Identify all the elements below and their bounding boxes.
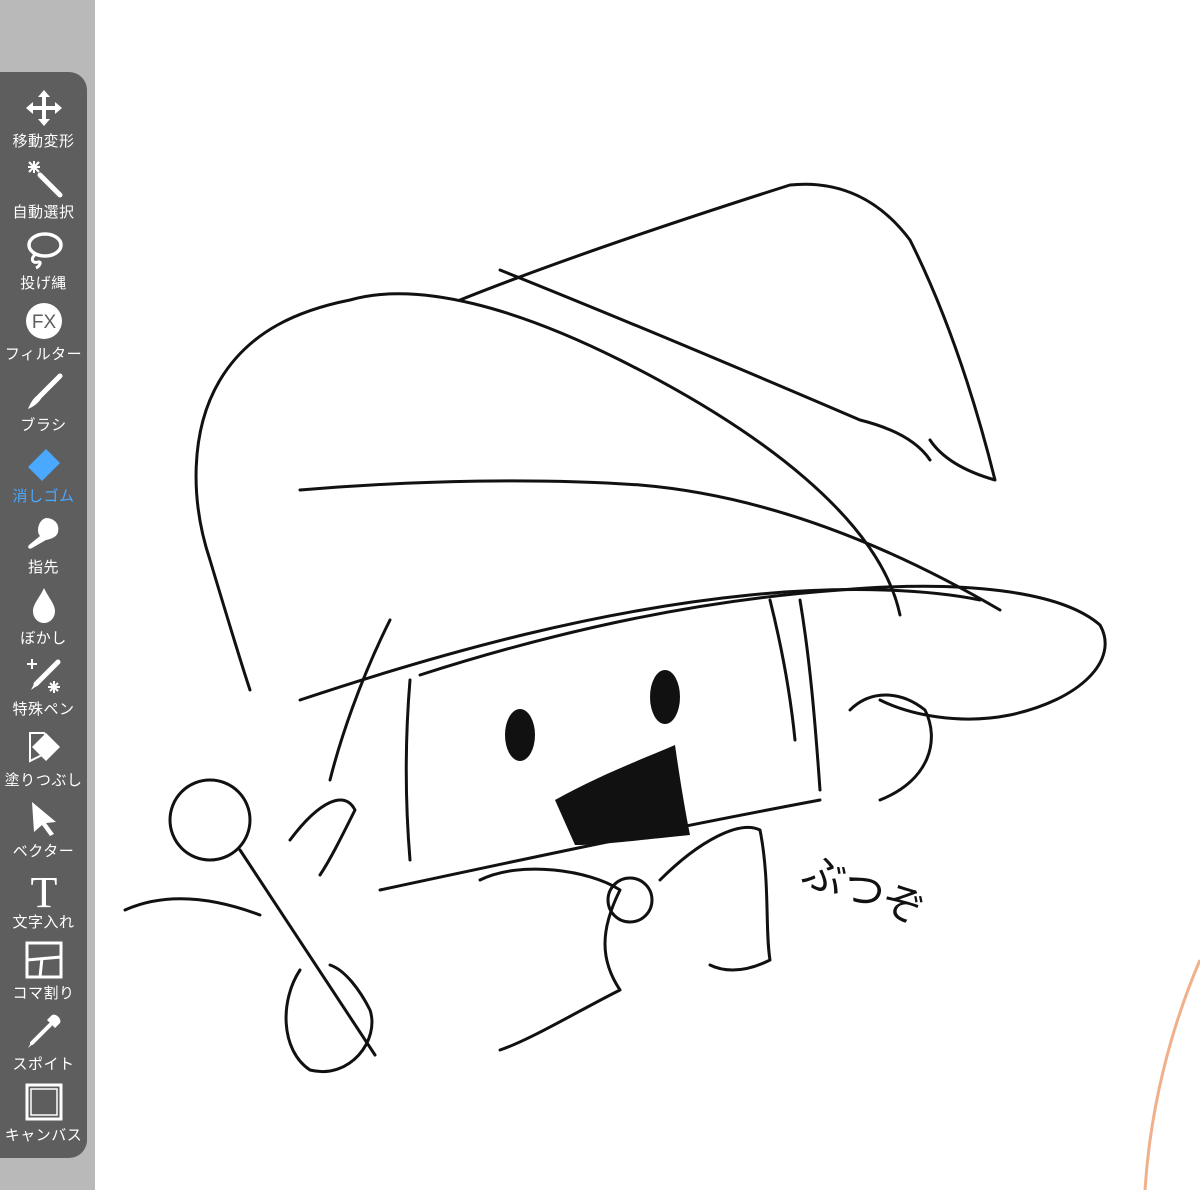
bowtie-left bbox=[478, 867, 622, 1052]
eyedropper-icon bbox=[22, 1009, 66, 1053]
right-eye bbox=[650, 670, 680, 724]
blur-drop-icon bbox=[22, 583, 66, 627]
tool-vector[interactable]: ベクター bbox=[0, 796, 87, 867]
hat-brim-lower bbox=[418, 584, 1107, 721]
cheek-right bbox=[848, 693, 933, 802]
frame-divide-icon bbox=[22, 938, 66, 982]
tool-label: 指先 bbox=[27, 558, 59, 576]
text-icon: T bbox=[22, 867, 66, 911]
tool-brush[interactable]: ブラシ bbox=[0, 370, 87, 441]
tool-label: 塗りつぶし bbox=[4, 771, 83, 789]
text-icon-glyph: T bbox=[30, 868, 57, 911]
tool-label: 投げ縄 bbox=[20, 274, 67, 292]
wand-ribbon-left bbox=[123, 897, 262, 917]
tool-move-transform[interactable]: 移動変形 bbox=[0, 86, 87, 157]
tool-auto-select[interactable]: 自動選択 bbox=[0, 157, 87, 228]
magic-wand-icon bbox=[22, 157, 66, 201]
finger-icon bbox=[22, 512, 66, 556]
tool-label: 文字入れ bbox=[12, 913, 75, 931]
tool-text[interactable]: T 文字入れ bbox=[0, 867, 87, 938]
left-eye bbox=[505, 709, 535, 761]
witch-hat-tip bbox=[458, 182, 997, 482]
tool-eraser[interactable]: 消しゴム bbox=[0, 441, 87, 512]
tool-frame-divide[interactable]: コマ割り bbox=[0, 938, 87, 1009]
brush-icon bbox=[22, 370, 66, 414]
special-pen-icon bbox=[22, 654, 66, 698]
tool-label: 自動選択 bbox=[12, 203, 75, 221]
tool-sidebar: 移動変形 自動選択 投げ縄 FX フィルター ブラシ 消しゴム 指先 ぼかし 特… bbox=[0, 72, 87, 1158]
tool-finger[interactable]: 指先 bbox=[0, 512, 87, 583]
tool-eyedropper[interactable]: スポイト bbox=[0, 1009, 87, 1080]
hat-outline bbox=[194, 292, 902, 692]
sketch-drawing: ぶつぞ bbox=[123, 182, 1200, 1190]
tool-label: スポイト bbox=[12, 1055, 75, 1073]
face-left bbox=[404, 678, 412, 862]
sound-effect-text: ぶつぞ bbox=[796, 846, 931, 935]
canvas-icon bbox=[22, 1080, 66, 1124]
tool-blur[interactable]: ぼかし bbox=[0, 583, 87, 654]
mouth bbox=[555, 745, 690, 845]
tool-label: ブラシ bbox=[20, 416, 67, 434]
tool-label: 消しゴム bbox=[12, 487, 75, 505]
wand-stick bbox=[238, 848, 377, 1057]
app-window: 移動変形 自動選択 投げ縄 FX フィルター ブラシ 消しゴム 指先 ぼかし 特… bbox=[0, 0, 1200, 1190]
tool-special-pen[interactable]: 特殊ペン bbox=[0, 654, 87, 725]
tool-fill[interactable]: 塗りつぶし bbox=[0, 725, 87, 796]
tool-canvas[interactable]: キャンバス bbox=[0, 1080, 87, 1151]
fx-icon: FX bbox=[22, 299, 66, 343]
drawing-canvas[interactable]: ぶつぞ bbox=[95, 0, 1200, 1190]
lasso-icon bbox=[22, 228, 66, 272]
bowtie-right bbox=[658, 825, 772, 972]
hat-brim-upper bbox=[298, 588, 982, 702]
tool-label: フィルター bbox=[4, 345, 83, 363]
fill-bucket-icon bbox=[22, 725, 66, 769]
hair-left bbox=[328, 618, 392, 782]
hair-right bbox=[768, 598, 797, 742]
tool-filter[interactable]: FX フィルター bbox=[0, 299, 87, 370]
tool-label: ぼかし bbox=[20, 629, 67, 647]
tool-label: ベクター bbox=[12, 842, 75, 860]
tool-label: 特殊ペン bbox=[12, 700, 75, 718]
tool-label: コマ割り bbox=[12, 984, 75, 1002]
wand-top bbox=[168, 778, 252, 862]
tool-lasso[interactable]: 投げ縄 bbox=[0, 228, 87, 299]
fx-icon-text: FX bbox=[31, 312, 56, 333]
wand-charm bbox=[284, 963, 374, 1073]
orange-edge-stroke bbox=[1143, 959, 1200, 1190]
move-icon bbox=[22, 86, 66, 130]
wand-ribbon-right bbox=[288, 798, 357, 877]
tool-label: キャンバス bbox=[4, 1126, 83, 1144]
witch-hat-fold bbox=[498, 268, 932, 462]
eraser-icon bbox=[22, 441, 66, 485]
face-right bbox=[798, 598, 822, 792]
vector-arrow-icon bbox=[22, 796, 66, 840]
tool-label: 移動変形 bbox=[12, 132, 75, 150]
